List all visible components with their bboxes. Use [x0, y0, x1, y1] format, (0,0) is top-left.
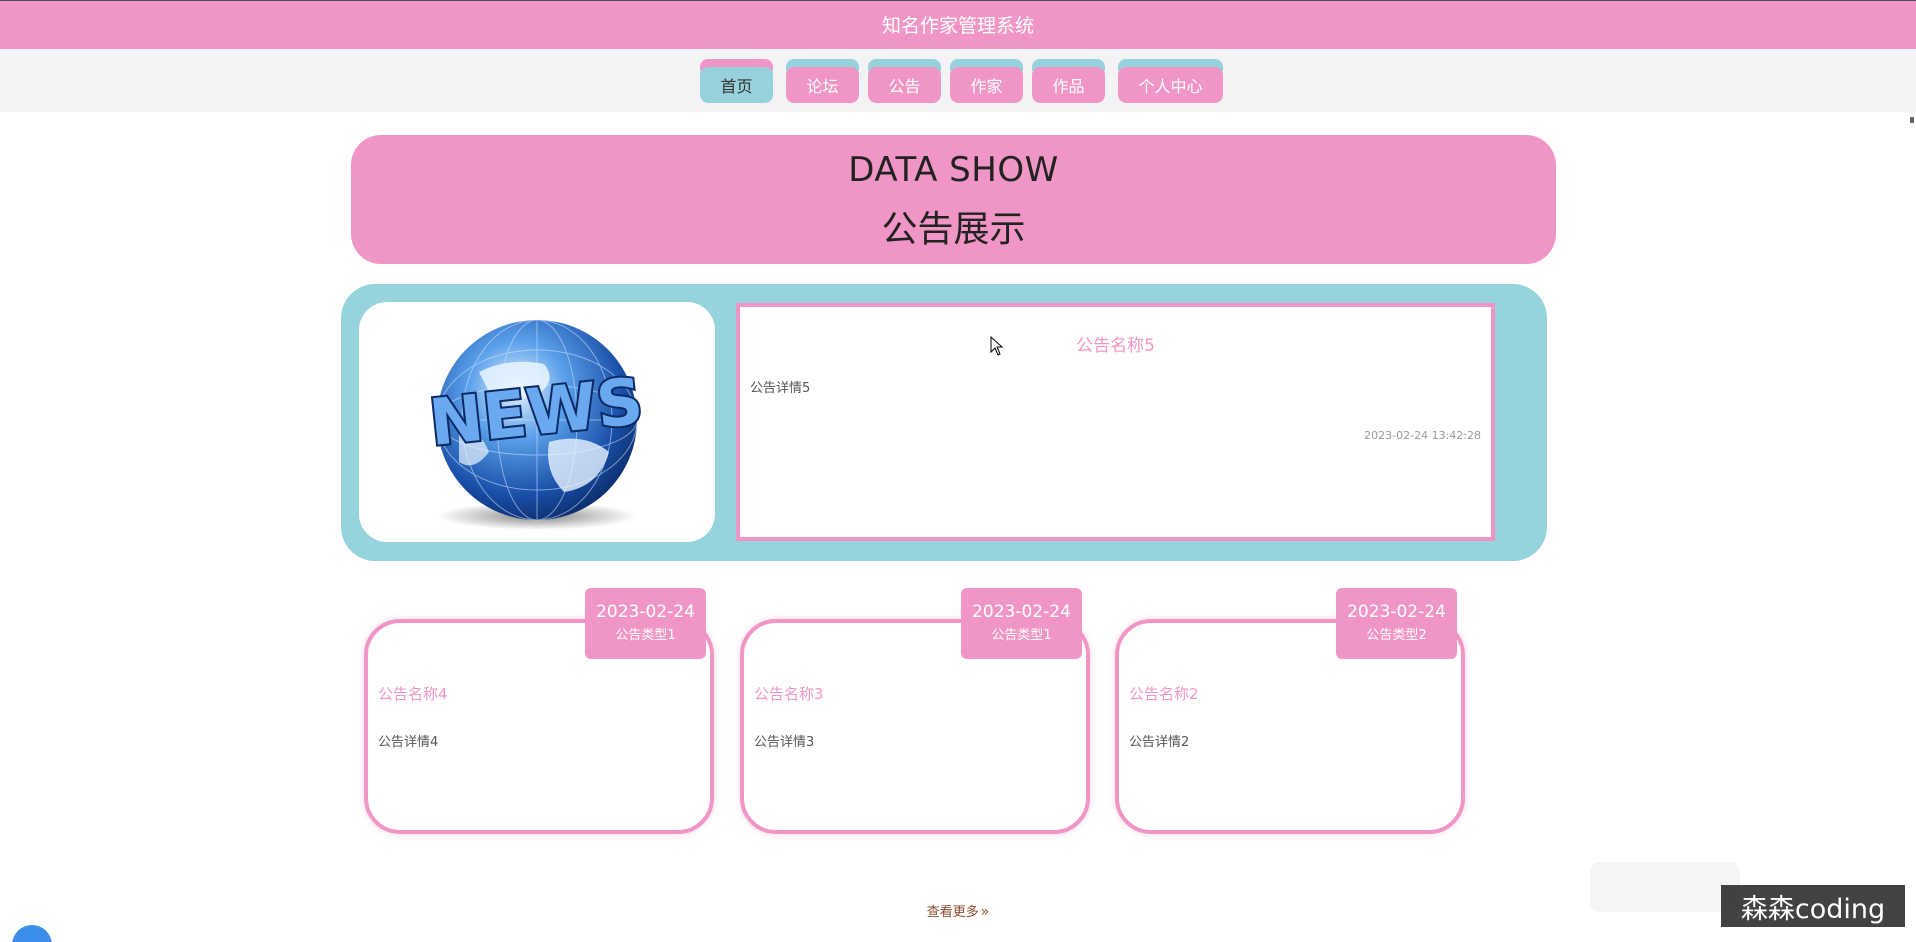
nav-home-label: 首页	[700, 67, 773, 103]
nav-profile-label: 个人中心	[1118, 67, 1223, 103]
card-name: 公告名称2	[1129, 685, 1199, 703]
card-detail: 公告详情4	[378, 735, 439, 750]
card-date: 2023-02-24	[1347, 602, 1446, 622]
card-date: 2023-02-24	[596, 602, 695, 622]
nav-notice-label: 公告	[868, 67, 941, 103]
news-globe-icon: NEWS	[424, 319, 649, 530]
nav-notice[interactable]: 公告	[868, 59, 941, 103]
mouse-cursor-icon	[990, 336, 1004, 356]
banner-title-en: DATA SHOW	[848, 150, 1059, 190]
floating-action-button[interactable]	[12, 925, 52, 942]
featured-notice: NEWS 公告名称5 公告详情5 2023-02-24 13:42:28	[341, 284, 1547, 561]
main-nav: 首页 论坛 公告 作家 作品 个人中心	[0, 49, 1916, 112]
notice-card[interactable]: 2023-02-24 公告类型2 公告名称2 公告详情2	[1115, 588, 1465, 834]
nav-forum-label: 论坛	[786, 67, 859, 103]
nav-forum[interactable]: 论坛	[786, 59, 859, 103]
top-header: 知名作家管理系统	[0, 0, 1916, 49]
nav-writer[interactable]: 作家	[950, 59, 1023, 103]
card-type: 公告类型2	[1366, 628, 1427, 643]
nav-works-label: 作品	[1032, 67, 1105, 103]
watermark: 森森coding	[1721, 885, 1905, 927]
nav-writer-label: 作家	[950, 67, 1023, 103]
card-date-tag: 2023-02-24 公告类型1	[961, 588, 1082, 659]
featured-name[interactable]: 公告名称5	[740, 331, 1491, 356]
notice-card[interactable]: 2023-02-24 公告类型1 公告名称4 公告详情4	[364, 588, 714, 834]
nav-profile[interactable]: 个人中心	[1118, 59, 1223, 103]
scrollbar-marker[interactable]	[1910, 117, 1914, 123]
card-type: 公告类型1	[991, 628, 1052, 643]
news-globe-image[interactable]: NEWS	[359, 302, 715, 542]
nav-home[interactable]: 首页	[700, 59, 773, 103]
featured-date: 2023-02-24 13:42:28	[1364, 429, 1481, 442]
card-date: 2023-02-24	[972, 602, 1071, 622]
banner-title-cn: 公告展示	[881, 209, 1026, 250]
card-type: 公告类型1	[615, 628, 676, 643]
featured-content[interactable]: 公告名称5 公告详情5 2023-02-24 13:42:28	[736, 303, 1495, 541]
blurred-overlay	[1590, 862, 1740, 912]
card-name: 公告名称3	[754, 685, 824, 703]
card-date-tag: 2023-02-24 公告类型1	[585, 588, 706, 659]
system-title: 知名作家管理系统	[881, 15, 1034, 37]
section-banner: DATA SHOW 公告展示	[351, 135, 1556, 264]
notice-card[interactable]: 2023-02-24 公告类型1 公告名称3 公告详情3	[740, 588, 1090, 834]
card-name: 公告名称4	[378, 685, 448, 703]
nav-works[interactable]: 作品	[1032, 59, 1105, 103]
view-more-label: 查看更多	[926, 905, 979, 920]
double-chevron-right-icon: »	[980, 904, 990, 920]
card-date-tag: 2023-02-24 公告类型2	[1336, 588, 1457, 659]
card-detail: 公告详情2	[1129, 735, 1190, 750]
featured-detail: 公告详情5	[750, 381, 811, 396]
card-detail: 公告详情3	[754, 735, 815, 750]
